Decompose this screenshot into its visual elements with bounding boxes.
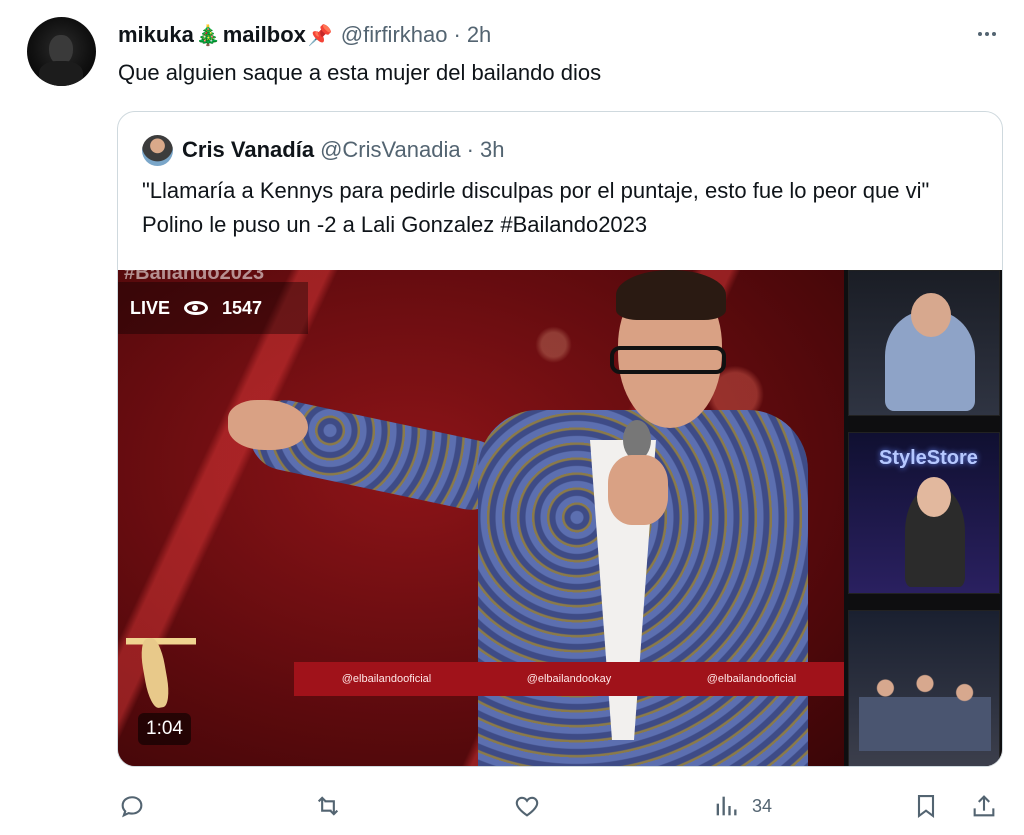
quoted-tweet-header: Cris Vanadía @CrisVanadia · 3h bbox=[142, 134, 504, 166]
eye-icon bbox=[184, 301, 209, 315]
author-avatar[interactable] bbox=[27, 17, 96, 86]
tweet-text: Que alguien saque a esta mujer del baila… bbox=[118, 60, 602, 85]
side-panel-bottom bbox=[848, 610, 1000, 766]
quoted-author-handle[interactable]: @CrisVanadia bbox=[320, 137, 461, 163]
author-handle[interactable]: @firfirkhao bbox=[341, 22, 448, 48]
video-duration: 1:04 bbox=[138, 713, 191, 745]
views-count: 34 bbox=[752, 795, 773, 816]
quoted-author-name[interactable]: Cris Vanadía bbox=[182, 137, 314, 163]
instagram-handle: @elbailandooficial bbox=[341, 673, 432, 685]
tweet-timestamp[interactable]: 2h bbox=[467, 22, 491, 48]
tiktok-handle: @elbailandooficial bbox=[706, 673, 797, 685]
author-name-suffix[interactable]: mailbox bbox=[223, 22, 306, 48]
pin-emoji: 📌 bbox=[307, 24, 333, 47]
retweet-button[interactable] bbox=[314, 788, 342, 824]
separator-dot: · bbox=[453, 22, 461, 47]
quoted-author-avatar[interactable] bbox=[142, 134, 173, 166]
stream-side-panels: StyleStore bbox=[844, 270, 1002, 766]
heart-icon bbox=[515, 796, 539, 817]
avatar-body bbox=[39, 61, 83, 86]
quoted-tweet[interactable]: Cris Vanadía @CrisVanadia · 3h "Llamaría… bbox=[117, 111, 1003, 767]
more-options-icon[interactable] bbox=[972, 22, 1002, 46]
share-icon bbox=[973, 795, 995, 817]
tweet-actions: 34 bbox=[118, 788, 1004, 824]
quoted-tweet-timestamp[interactable]: 3h bbox=[480, 137, 504, 163]
share-button[interactable] bbox=[970, 788, 998, 824]
x-handle: @elbailandookay bbox=[526, 673, 612, 685]
video-player[interactable]: #Bailando2023 LIVE 1547 @elbailandoofici… bbox=[118, 270, 1002, 766]
tree-emoji: 🎄 bbox=[195, 24, 221, 47]
like-button[interactable] bbox=[513, 788, 541, 824]
side-panel-top bbox=[848, 270, 1000, 416]
views-button[interactable]: 34 bbox=[712, 788, 772, 824]
stylestore-sign: StyleStore bbox=[879, 447, 978, 469]
reply-icon bbox=[121, 796, 143, 818]
social-handles-banner: @elbailandooficial @elbailandookay @elba… bbox=[294, 662, 844, 696]
separator-dot: · bbox=[466, 137, 474, 162]
video-stage: #Bailando2023 LIVE 1547 @elbailandoofici… bbox=[118, 270, 844, 766]
side-panel-middle: StyleStore bbox=[848, 432, 1000, 594]
author-display-name[interactable]: mikuka bbox=[118, 22, 194, 48]
tweet-header: mikuka 🎄 mailbox 📌 @firfirkhao · 2h bbox=[118, 20, 491, 50]
retweet-icon bbox=[317, 796, 339, 816]
microphone bbox=[623, 420, 651, 460]
live-label: LIVE bbox=[130, 297, 171, 318]
bookmark-button[interactable] bbox=[912, 788, 940, 824]
views-chart-icon bbox=[716, 796, 737, 816]
reply-button[interactable] bbox=[118, 788, 146, 824]
bookmark-icon bbox=[917, 795, 935, 819]
quoted-tweet-text: "Llamaría a Kennys para pedirle disculpa… bbox=[142, 178, 930, 237]
